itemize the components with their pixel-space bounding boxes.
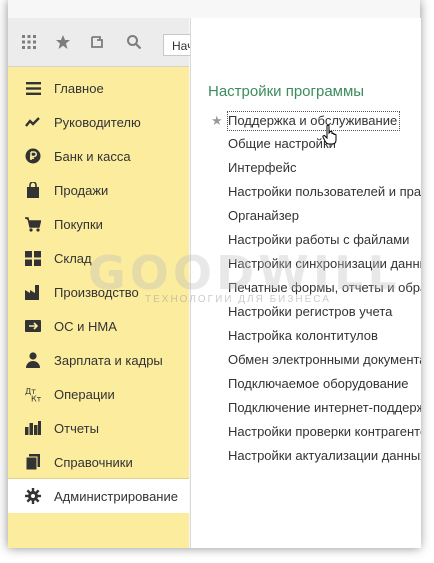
gear-icon — [25, 488, 41, 504]
link-interface[interactable]: Интерфейс — [228, 159, 296, 177]
history-icon[interactable] — [88, 33, 106, 51]
sidebar-item-sales[interactable]: Продажи — [8, 173, 189, 207]
bar-chart-icon — [25, 420, 41, 436]
sidebar-item-main[interactable]: Главное — [8, 71, 189, 105]
apps-grid-icon[interactable] — [20, 33, 38, 51]
menu-lines-icon — [25, 80, 41, 96]
link-registers-settings[interactable]: Настройки регистров учета — [228, 303, 392, 321]
sidebar-item-label: Администрирование — [54, 488, 178, 504]
link-counterparty-check[interactable]: Настройки проверки контрагентов — [228, 423, 421, 441]
books-icon — [25, 454, 41, 470]
person-icon — [25, 352, 41, 368]
settings-panel: Настройки программы ★ Поддержка и обслуж… — [190, 18, 421, 548]
cart-icon — [25, 216, 41, 232]
link-general-settings[interactable]: Общие настройки — [228, 135, 336, 153]
link-users-rights[interactable]: Настройки пользователей и прав — [228, 183, 421, 201]
sidebar-item-label: Банк и касса — [54, 148, 131, 164]
link-support[interactable]: Поддержка и обслуживание — [226, 111, 401, 131]
sidebar-item-directories[interactable]: Справочники — [8, 445, 189, 479]
sidebar-item-label: Главное — [54, 80, 104, 96]
sidebar-item-warehouse[interactable]: Склад — [8, 241, 189, 275]
sidebar-item-label: Операции — [54, 386, 115, 402]
sidebar-item-purchases[interactable]: Покупки — [8, 207, 189, 241]
assets-icon — [25, 318, 41, 334]
sidebar-item-label: Зарплата и кадры — [54, 352, 163, 368]
warehouse-icon — [25, 250, 41, 266]
debit-credit-icon: Дт Кт — [25, 386, 41, 402]
link-internet-support[interactable]: Подключение интернет-поддержк — [228, 399, 421, 417]
link-data-update[interactable]: Настройки актуализации данных — [228, 447, 421, 465]
search-input[interactable]: Нач — [163, 34, 193, 56]
link-edi[interactable]: Обмен электронными документа — [228, 351, 421, 369]
page-title: Настройки программы — [208, 83, 365, 100]
sidebar-item-reports[interactable]: Отчеты — [8, 411, 189, 445]
sidebar-footer — [8, 513, 189, 548]
sidebar-item-label: Отчеты — [54, 420, 99, 436]
sidebar-item-label: Руководителю — [54, 114, 141, 130]
link-print-forms[interactable]: Печатные формы, отчеты и обраб — [228, 279, 421, 297]
ruble-icon — [25, 148, 41, 164]
sidebar-item-administration[interactable]: Администрирование — [8, 478, 189, 514]
link-equipment[interactable]: Подключаемое оборудование — [228, 375, 409, 393]
sidebar-item-label: Производство — [54, 284, 139, 300]
trend-icon — [25, 114, 41, 130]
svg-text:Кт: Кт — [31, 395, 41, 403]
sidebar-item-label: Продажи — [54, 182, 109, 198]
sidebar-item-assets[interactable]: ОС и НМА — [8, 309, 189, 343]
link-headers-footers[interactable]: Настройка колонтитулов — [228, 327, 378, 345]
top-toolbar: Нач — [8, 18, 193, 67]
search-icon[interactable] — [125, 33, 143, 51]
sidebar-item-label: Справочники — [54, 454, 133, 470]
link-files-settings[interactable]: Настройки работы с файлами — [228, 231, 409, 249]
hand-cursor-icon — [322, 124, 338, 145]
sidebar-item-operations[interactable]: Дт Кт Операции — [8, 377, 189, 411]
link-sync-settings[interactable]: Настройки синхронизации данны — [228, 255, 421, 273]
sidebar-item-label: ОС и НМА — [54, 318, 117, 334]
sidebar: Главное Руководителю Банк и касса Продаж… — [8, 67, 189, 514]
sidebar-item-label: Склад — [54, 250, 92, 266]
sidebar-item-label: Покупки — [54, 216, 103, 232]
star-icon[interactable] — [54, 33, 72, 51]
shopping-bag-icon — [25, 182, 41, 198]
sidebar-item-bank[interactable]: Банк и касса — [8, 139, 189, 173]
sidebar-item-manager[interactable]: Руководителю — [8, 105, 189, 139]
sidebar-item-production[interactable]: Производство — [8, 275, 189, 309]
sidebar-item-salary[interactable]: Зарплата и кадры — [8, 343, 189, 377]
favorite-star-icon[interactable]: ★ — [211, 113, 223, 129]
link-organizer[interactable]: Органайзер — [228, 207, 299, 225]
factory-icon — [25, 284, 41, 300]
